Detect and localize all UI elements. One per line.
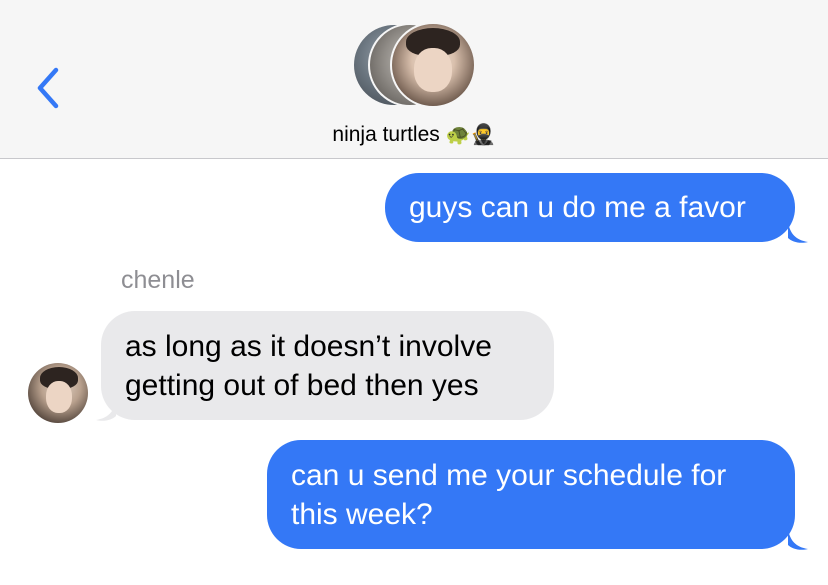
conversation-header: ninja turtles 🐢🥷 [0, 0, 828, 159]
outgoing-message-bubble[interactable]: can u send me your schedule for this wee… [267, 440, 795, 549]
group-name[interactable]: ninja turtles 🐢🥷 [0, 122, 828, 147]
member-avatar [390, 22, 476, 108]
message-line: can u send me your schedule for [291, 459, 727, 492]
incoming-message-bubble[interactable]: as long as it doesn’t involve getting ou… [101, 311, 554, 420]
message-line: getting out of bed then yes [125, 369, 479, 402]
message-line: as long as it doesn’t involve [125, 330, 492, 363]
message-text: guys can u do me a favor [409, 191, 746, 224]
back-button[interactable] [30, 66, 70, 110]
bubble-tail [96, 400, 116, 421]
sender-avatar[interactable] [28, 363, 88, 423]
outgoing-message-bubble[interactable]: guys can u do me a favor [385, 173, 795, 242]
group-name-text: ninja turtles [332, 123, 440, 146]
group-avatars[interactable] [352, 22, 476, 108]
message-line: this week? [291, 498, 433, 531]
chevron-left-icon [37, 67, 59, 109]
turtle-ninja-emoji-icon: 🐢🥷 [445, 122, 496, 146]
bubble-tail [788, 529, 808, 550]
bubble-tail [788, 222, 808, 243]
sender-name: chenle [121, 266, 195, 294]
